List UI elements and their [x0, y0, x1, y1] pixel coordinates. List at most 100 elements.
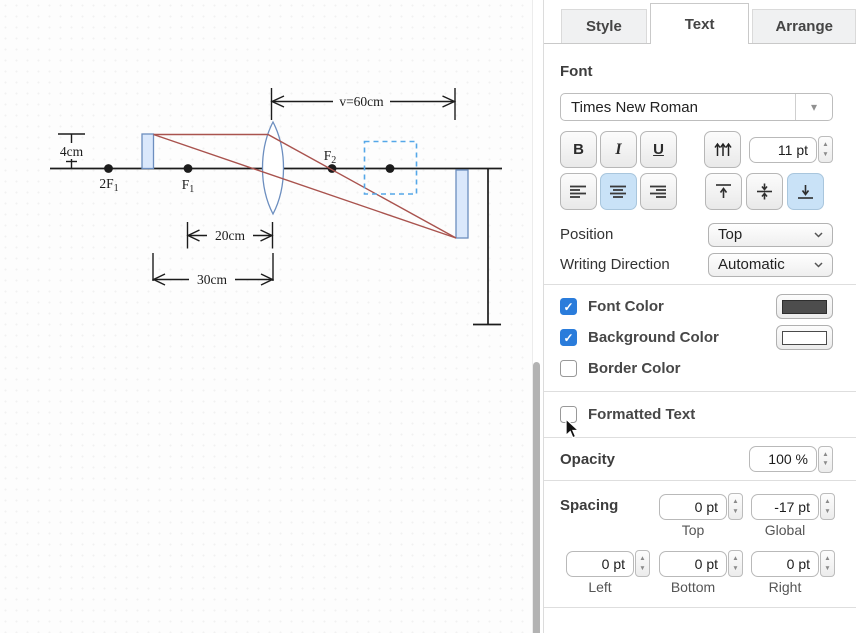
- stepper-up-icon[interactable]: ▲: [824, 554, 830, 563]
- border-color-label: Border Color: [588, 360, 681, 377]
- font-style-row: B I U ▲ ▼: [560, 131, 833, 168]
- opacity-label: Opacity: [560, 451, 615, 468]
- spacing-bottom-input[interactable]: [659, 551, 727, 577]
- check-icon: ✓: [563, 301, 573, 313]
- formatted-text-checkbox[interactable]: [560, 406, 577, 423]
- font-color-swatch[interactable]: [776, 294, 833, 319]
- spacing-bottom-stepper[interactable]: ▲ ▼: [728, 550, 743, 577]
- object-rect[interactable]: [142, 134, 154, 169]
- spacing-left-input[interactable]: [566, 551, 634, 577]
- italic-button[interactable]: I: [600, 131, 637, 168]
- background-color-swatch[interactable]: [776, 325, 833, 350]
- chevron-down-icon[interactable]: ▾: [796, 100, 832, 114]
- align-center-button[interactable]: [600, 173, 637, 210]
- check-icon: ✓: [563, 332, 573, 344]
- position-row: Position Top: [560, 222, 833, 247]
- writing-direction-select[interactable]: Automatic: [708, 253, 833, 277]
- align-left-button[interactable]: [560, 173, 597, 210]
- font-size-input[interactable]: [749, 137, 817, 163]
- tab-style[interactable]: Style: [561, 9, 647, 43]
- position-select[interactable]: Top: [708, 223, 833, 247]
- writing-direction-label: Writing Direction: [560, 256, 670, 273]
- opacity-input[interactable]: [749, 446, 817, 472]
- stepper-down-icon[interactable]: ▼: [732, 507, 738, 516]
- lens-diagram: 4cm v=60cm 20cm: [0, 0, 532, 633]
- valign-middle-icon: [755, 183, 774, 200]
- vertical-text-icon: [713, 141, 733, 158]
- ray-through-center[interactable]: [154, 135, 457, 239]
- spacing-left-stepper[interactable]: ▲ ▼: [635, 550, 650, 577]
- font-family-select[interactable]: Times New Roman ▾: [560, 93, 833, 121]
- position-value: Top: [718, 226, 742, 243]
- spacing-top-field: ▲ ▼: [659, 493, 743, 520]
- valign-bottom-button[interactable]: [787, 173, 824, 210]
- tab-text[interactable]: Text: [650, 3, 750, 44]
- dim-4cm-label[interactable]: 4cm: [60, 144, 84, 159]
- stepper-up-icon[interactable]: ▲: [639, 554, 645, 563]
- font-family-value: Times New Roman: [571, 99, 698, 116]
- spacing-right-sublabel: Right: [751, 579, 819, 595]
- spacing-top-input[interactable]: [659, 494, 727, 520]
- writing-direction-value: Automatic: [718, 256, 785, 273]
- bold-button[interactable]: B: [560, 131, 597, 168]
- spacing-global-sublabel: Global: [751, 522, 819, 538]
- font-color-chip: [782, 300, 827, 314]
- align-right-button[interactable]: [640, 173, 677, 210]
- dim-30cm-label[interactable]: 30cm: [197, 272, 227, 287]
- spacing-global-input[interactable]: [751, 494, 819, 520]
- image-rect[interactable]: [456, 170, 468, 238]
- vertical-text-button[interactable]: [704, 131, 741, 168]
- drawing-canvas[interactable]: 4cm v=60cm 20cm: [0, 0, 533, 633]
- stepper-down-icon[interactable]: ▼: [822, 150, 828, 159]
- stepper-up-icon[interactable]: ▲: [824, 497, 830, 506]
- font-color-label: Font Color: [588, 298, 664, 315]
- spacing-left-sublabel: Left: [566, 579, 634, 595]
- label-f1[interactable]: F1: [182, 177, 195, 195]
- colors-section: ✓ Font Color ✓ Background Color Border C…: [544, 284, 856, 391]
- spacing-global-stepper[interactable]: ▲ ▼: [820, 493, 835, 520]
- stepper-up-icon[interactable]: ▲: [822, 450, 828, 459]
- point-2f2-dot[interactable]: [386, 164, 395, 173]
- drawio-window: { "canvas": { "diagram": { "dim_4cm": "4…: [0, 0, 856, 633]
- stepper-down-icon[interactable]: ▼: [824, 564, 830, 573]
- background-color-checkbox[interactable]: ✓: [560, 329, 577, 346]
- label-2f1[interactable]: 2F1: [99, 176, 118, 194]
- stepper-up-icon[interactable]: ▲: [822, 140, 828, 149]
- spacing-right-field: ▲ ▼: [751, 550, 835, 577]
- vertical-scrollbar[interactable]: [533, 362, 540, 633]
- label-f2[interactable]: F2: [324, 148, 337, 166]
- stepper-down-icon[interactable]: ▼: [639, 564, 645, 573]
- lens-shape[interactable]: [263, 122, 284, 214]
- valign-middle-button[interactable]: [746, 173, 783, 210]
- opacity-stepper[interactable]: ▲ ▼: [818, 446, 833, 473]
- image-height-line[interactable]: [473, 169, 501, 325]
- formatted-text-section: Formatted Text: [544, 391, 856, 437]
- stepper-up-icon[interactable]: ▲: [732, 554, 738, 563]
- font-color-checkbox[interactable]: ✓: [560, 298, 577, 315]
- dim-20cm-label[interactable]: 20cm: [215, 228, 245, 243]
- stepper-down-icon[interactable]: ▼: [824, 507, 830, 516]
- spacing-right-stepper[interactable]: ▲ ▼: [820, 550, 835, 577]
- underline-button[interactable]: U: [640, 131, 677, 168]
- font-section-title: Font: [560, 63, 833, 80]
- stepper-down-icon[interactable]: ▼: [822, 459, 828, 468]
- formatted-text-label: Formatted Text: [588, 406, 695, 423]
- point-f1-dot[interactable]: [184, 164, 193, 173]
- dim-v60-label[interactable]: v=60cm: [339, 94, 384, 109]
- stepper-down-icon[interactable]: ▼: [732, 564, 738, 573]
- background-color-chip: [782, 331, 827, 345]
- font-size-stepper[interactable]: ▲ ▼: [818, 136, 833, 163]
- spacing-right-input[interactable]: [751, 551, 819, 577]
- tab-arrange[interactable]: Arrange: [752, 9, 856, 43]
- opacity-section: Opacity ▲ ▼: [544, 437, 856, 480]
- stepper-up-icon[interactable]: ▲: [732, 497, 738, 506]
- spacing-top-stepper[interactable]: ▲ ▼: [728, 493, 743, 520]
- point-2f1-dot[interactable]: [104, 164, 113, 173]
- border-color-checkbox[interactable]: [560, 360, 577, 377]
- valign-top-button[interactable]: [705, 173, 742, 210]
- valign-top-icon: [714, 183, 733, 200]
- border-color-row: Border Color: [560, 353, 833, 384]
- font-section: Font Times New Roman ▾ B I U: [544, 44, 856, 284]
- format-panel: Style Text Arrange Font Times New Roman …: [543, 0, 856, 633]
- alignment-row: [560, 173, 833, 210]
